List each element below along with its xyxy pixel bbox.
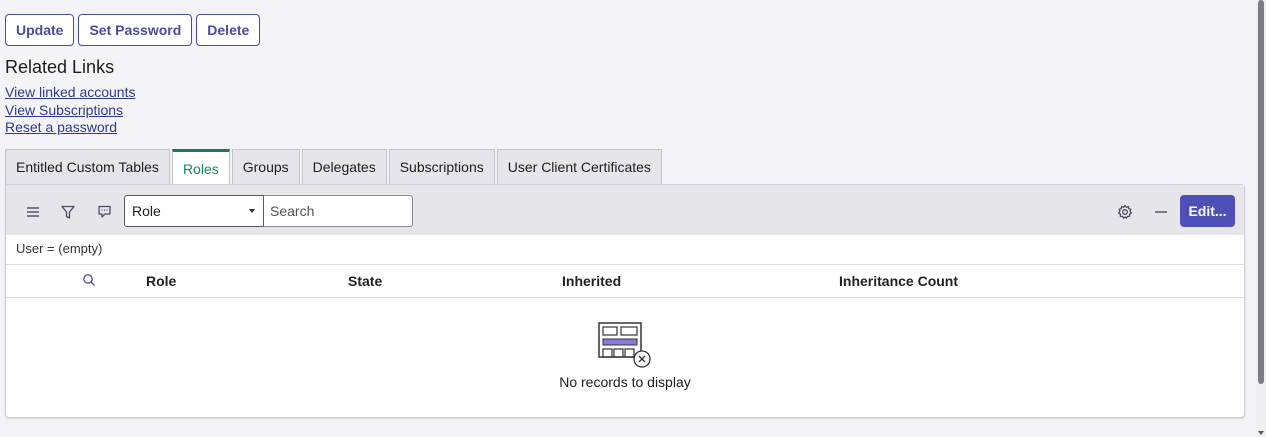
view-subscriptions-link[interactable]: View Subscriptions [5, 102, 135, 120]
table-header: Role State Inherited Inheritance Count [6, 264, 1244, 298]
related-links-list: View linked accounts View Subscriptions … [5, 84, 135, 137]
tab-entitled-custom-tables[interactable]: Entitled Custom Tables [5, 149, 170, 184]
column-header-role[interactable]: Role [146, 273, 176, 289]
view-linked-accounts-link[interactable]: View linked accounts [5, 84, 135, 102]
filter-icon[interactable] [58, 202, 78, 222]
column-header-state[interactable]: State [348, 273, 382, 289]
tab-groups[interactable]: Groups [231, 149, 300, 184]
set-password-button[interactable]: Set Password [78, 14, 193, 46]
edit-button[interactable]: Edit... [1180, 195, 1235, 227]
tab-subscriptions[interactable]: Subscriptions [388, 149, 495, 184]
chevron-down-icon [249, 209, 255, 213]
search-icon[interactable] [82, 273, 96, 292]
scroll-down-arrow-icon[interactable] [1258, 431, 1264, 435]
search-input[interactable] [264, 195, 413, 227]
gear-icon[interactable] [1115, 202, 1135, 222]
minimize-icon[interactable] [1151, 202, 1171, 222]
related-list-tabs: Entitled Custom Tables Roles Groups Dele… [5, 149, 662, 185]
column-header-inherited[interactable]: Inherited [562, 273, 621, 289]
tab-roles[interactable]: Roles [171, 149, 230, 185]
search-field-select[interactable]: Role [124, 195, 264, 227]
column-header-inheritance-count[interactable]: Inheritance Count [839, 273, 958, 289]
empty-message: No records to display [559, 374, 691, 390]
scrollbar-thumb[interactable] [1258, 0, 1264, 384]
reset-password-link[interactable]: Reset a password [5, 119, 135, 137]
roles-list-panel: Role Edit... User = (empty) Role State I… [5, 184, 1245, 418]
hamburger-menu-icon[interactable] [23, 202, 43, 222]
delete-button[interactable]: Delete [196, 14, 261, 46]
search-field-value: Role [132, 203, 161, 219]
filter-breadcrumb[interactable]: User = (empty) [16, 241, 102, 256]
update-button[interactable]: Update [5, 14, 75, 46]
tab-delegates[interactable]: Delegates [301, 149, 387, 184]
list-toolbar: Role Edit... [6, 185, 1244, 235]
no-records-icon [598, 322, 651, 368]
comment-icon[interactable] [94, 202, 114, 222]
page-scrollbar[interactable] [1256, 0, 1266, 437]
empty-state [6, 321, 1244, 374]
related-links-title: Related Links [5, 57, 115, 77]
tab-user-client-certificates[interactable]: User Client Certificates [496, 149, 662, 184]
form-actions: Update Set Password Delete [5, 14, 261, 46]
